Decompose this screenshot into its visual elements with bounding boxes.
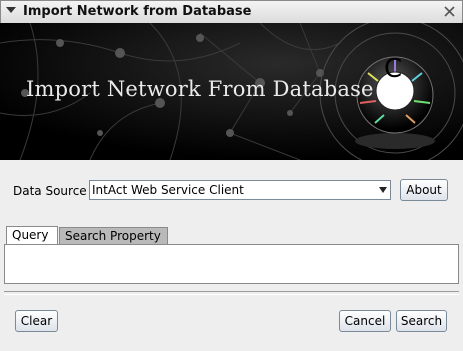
chevron-down-icon[interactable] xyxy=(379,187,387,193)
logo-letter: C xyxy=(384,54,403,84)
banner-image: C Import Network From Database xyxy=(0,23,463,160)
cancel-button[interactable]: Cancel xyxy=(339,310,391,332)
close-icon[interactable] xyxy=(441,3,458,20)
banner-title: Import Network From Database xyxy=(26,77,374,101)
data-source-label: Data Source xyxy=(13,184,87,198)
dialog-content: Data Source IntAct Web Service Client Ab… xyxy=(0,160,463,351)
window-titlebar: Import Network from Database xyxy=(0,0,463,24)
separator xyxy=(4,291,459,295)
query-panel[interactable] xyxy=(4,244,459,284)
tab-query[interactable]: Query xyxy=(6,226,58,244)
data-source-select[interactable]: IntAct Web Service Client xyxy=(89,180,391,200)
clear-button[interactable]: Clear xyxy=(15,310,58,332)
data-source-value: IntAct Web Service Client xyxy=(92,183,244,197)
tab-search-property[interactable]: Search Property xyxy=(59,227,168,244)
window-menu-icon[interactable] xyxy=(6,7,16,13)
window-title: Import Network from Database xyxy=(23,4,252,19)
search-button[interactable]: Search xyxy=(396,310,447,332)
about-button[interactable]: About xyxy=(400,179,448,201)
